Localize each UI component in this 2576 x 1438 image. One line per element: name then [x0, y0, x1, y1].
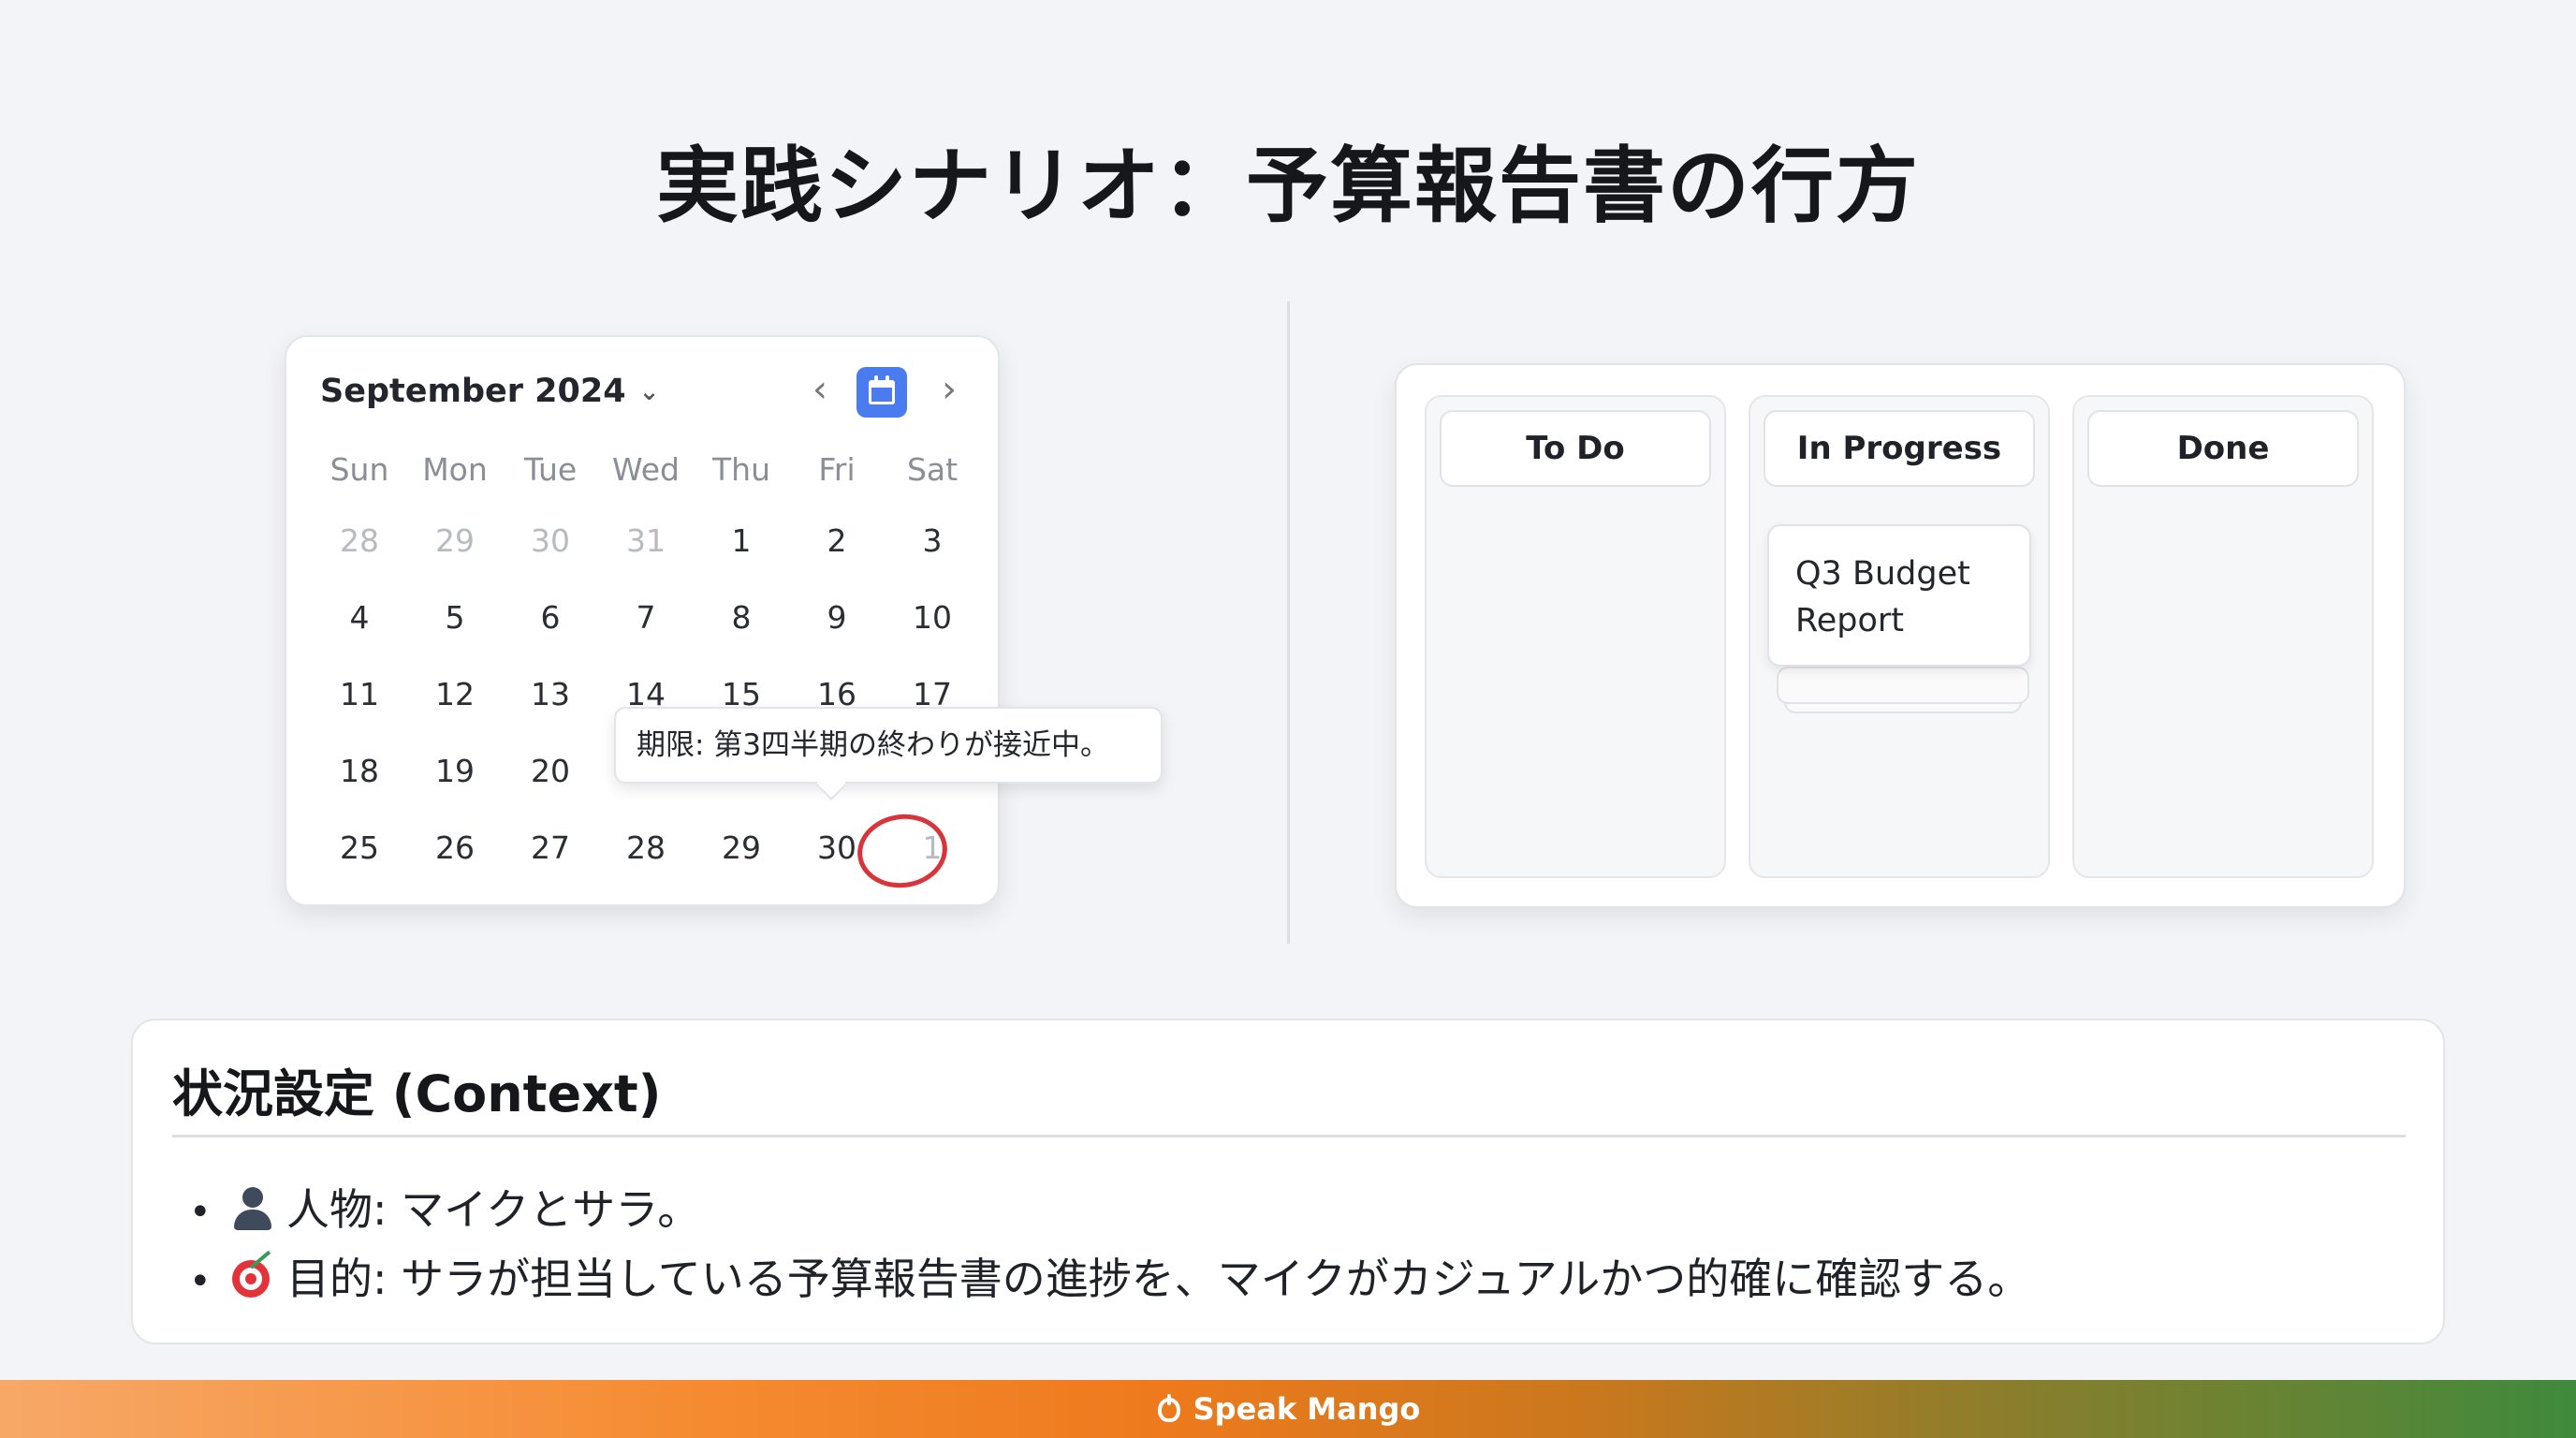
footer-brand: Speak Mango: [0, 1380, 2576, 1438]
chevron-down-icon: ⌄: [638, 378, 660, 406]
day-cell[interactable]: 31: [608, 522, 683, 559]
column-header-todo[interactable]: To Do: [1440, 410, 1711, 487]
day-cell[interactable]: 6: [513, 599, 588, 636]
day-cell[interactable]: 30: [513, 522, 588, 559]
context-item-text: 人物: マイクとサラ。: [286, 1184, 701, 1235]
day-cell[interactable]: 5: [417, 599, 492, 636]
column-header-in-progress[interactable]: In Progress: [1764, 410, 2035, 487]
task-card[interactable]: Q3 Budget Report: [1767, 524, 2031, 667]
context-panel: 状況設定 (Context) • 人物: マイクとサラ。 • 目的: サラが担当して…: [131, 1019, 2445, 1344]
day-cell[interactable]: 26: [417, 829, 492, 866]
day-cell[interactable]: 18: [322, 753, 397, 789]
deadline-tooltip: 期限: 第3四半期の終わりが接近中。: [614, 707, 1163, 784]
context-item-text: 目的: サラが担当している予算報告書の進捗を、マイクがカジュアルかつ的確に確認す…: [286, 1254, 2031, 1304]
day-cell[interactable]: 12: [417, 676, 492, 712]
calendar-widget: September 2024 ⌄ ‹ › Sun Mon Tue Wed Thu …: [285, 335, 1000, 906]
kanban-column-todo[interactable]: To Do: [1425, 395, 1726, 878]
weekday-tue: Tue: [523, 451, 578, 488]
next-month-button[interactable]: ›: [929, 369, 970, 410]
day-cell[interactable]: 3: [895, 522, 970, 559]
prev-month-button[interactable]: ‹: [799, 369, 841, 410]
deadline-circle-mark: [853, 808, 952, 894]
mango-logo-icon: [1156, 1394, 1184, 1424]
day-cell[interactable]: 8: [704, 599, 779, 636]
day-cell[interactable]: 4: [322, 599, 397, 636]
month-label: September 2024: [320, 373, 626, 410]
footer-bar: Speak Mango: [0, 1380, 2576, 1438]
weekday-sun: Sun: [329, 451, 389, 488]
day-cell[interactable]: 11: [322, 676, 397, 712]
day-cell[interactable]: 7: [608, 599, 683, 636]
day-cell[interactable]: 20: [513, 753, 588, 789]
context-item-goal: • 目的: サラが担当している予算報告書の進捗を、マイクがカジュアルかつ的確に確認…: [189, 1245, 2030, 1307]
calendar-icon[interactable]: [856, 367, 907, 418]
day-cell[interactable]: 13: [513, 676, 588, 712]
target-icon: [230, 1250, 275, 1299]
card-stack-shadow: [1777, 667, 2029, 704]
weekday-wed: Wed: [612, 451, 680, 488]
day-cell[interactable]: 28: [322, 522, 397, 559]
day-cell[interactable]: 9: [799, 599, 874, 636]
weekday-thu: Thu: [712, 451, 770, 488]
column-header-done[interactable]: Done: [2087, 410, 2359, 487]
month-selector[interactable]: September 2024 ⌄: [320, 373, 659, 410]
day-cell[interactable]: 1: [704, 522, 779, 559]
weekday-fri: Fri: [818, 451, 856, 488]
weekday-sat: Sat: [906, 451, 959, 488]
context-item-person: • 人物: マイクとサラ。: [189, 1184, 701, 1235]
day-cell[interactable]: 19: [417, 753, 492, 789]
kanban-column-in-progress[interactable]: In Progress Q3 Budget Report: [1749, 395, 2050, 878]
day-cell[interactable]: 27: [513, 829, 588, 866]
context-title: 状況設定 (Context): [172, 1064, 662, 1123]
kanban-column-done[interactable]: Done: [2072, 395, 2374, 878]
context-divider: [172, 1135, 2406, 1137]
day-cell[interactable]: 28: [608, 829, 683, 866]
day-cell[interactable]: 29: [704, 829, 779, 866]
day-cell[interactable]: 10: [895, 599, 970, 636]
day-cell[interactable]: 2: [799, 522, 874, 559]
weekday-mon: Mon: [422, 451, 488, 488]
kanban-board: To Do In Progress Q3 Budget Report Done: [1395, 363, 2406, 908]
vertical-divider: [1287, 301, 1290, 944]
brand-name: Speak Mango: [1193, 1391, 1421, 1427]
slide-title: 実践シナリオ：予算報告書の行方: [655, 138, 1920, 234]
person-icon: [230, 1187, 275, 1230]
day-cell[interactable]: 29: [417, 522, 492, 559]
day-cell[interactable]: 25: [322, 829, 397, 866]
